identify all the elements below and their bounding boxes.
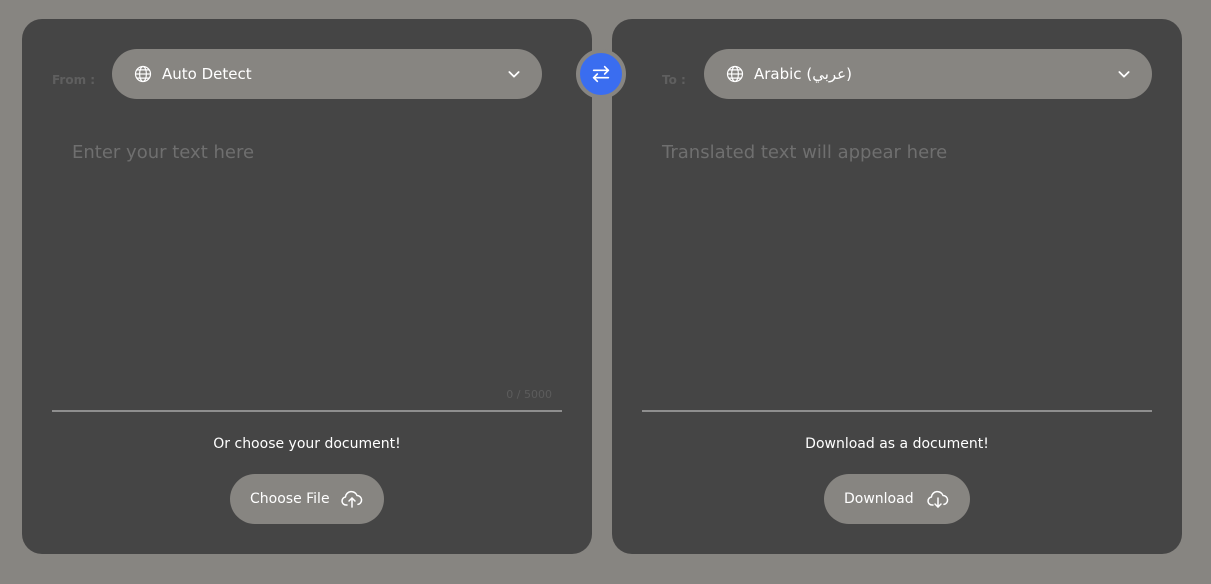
globe-icon [134, 65, 152, 83]
globe-icon [726, 65, 744, 83]
choose-document-caption: Or choose your document! [213, 436, 401, 452]
target-panel: To : Arabic (عربي) Translated text will … [612, 19, 1182, 554]
translated-text-output: Translated text will appear here [642, 124, 1152, 412]
target-label: To : [662, 73, 686, 87]
source-label: From : [52, 73, 96, 87]
swap-arrows-icon [590, 63, 612, 85]
download-document-caption: Download as a document! [805, 436, 989, 452]
source-panel: From : Auto Detect 0 / 5000 Or choose yo… [22, 19, 592, 554]
cloud-download-icon [926, 487, 950, 511]
source-language-value: Auto Detect [162, 65, 252, 83]
chevron-down-icon [506, 66, 522, 82]
choose-file-button[interactable]: Choose File [230, 474, 384, 524]
target-language-value: Arabic (عربي) [754, 65, 852, 83]
target-language-select[interactable]: Arabic (عربي) [704, 49, 1152, 99]
char-counter: 0 / 5000 [506, 388, 552, 401]
swap-languages-button[interactable] [576, 49, 626, 99]
source-language-select[interactable]: Auto Detect [112, 49, 542, 99]
source-text-input[interactable] [52, 124, 562, 412]
download-button[interactable]: Download [824, 474, 970, 524]
cloud-upload-icon [340, 487, 364, 511]
chevron-down-icon [1116, 66, 1132, 82]
choose-file-label: Choose File [250, 491, 330, 507]
download-label: Download [844, 491, 914, 507]
